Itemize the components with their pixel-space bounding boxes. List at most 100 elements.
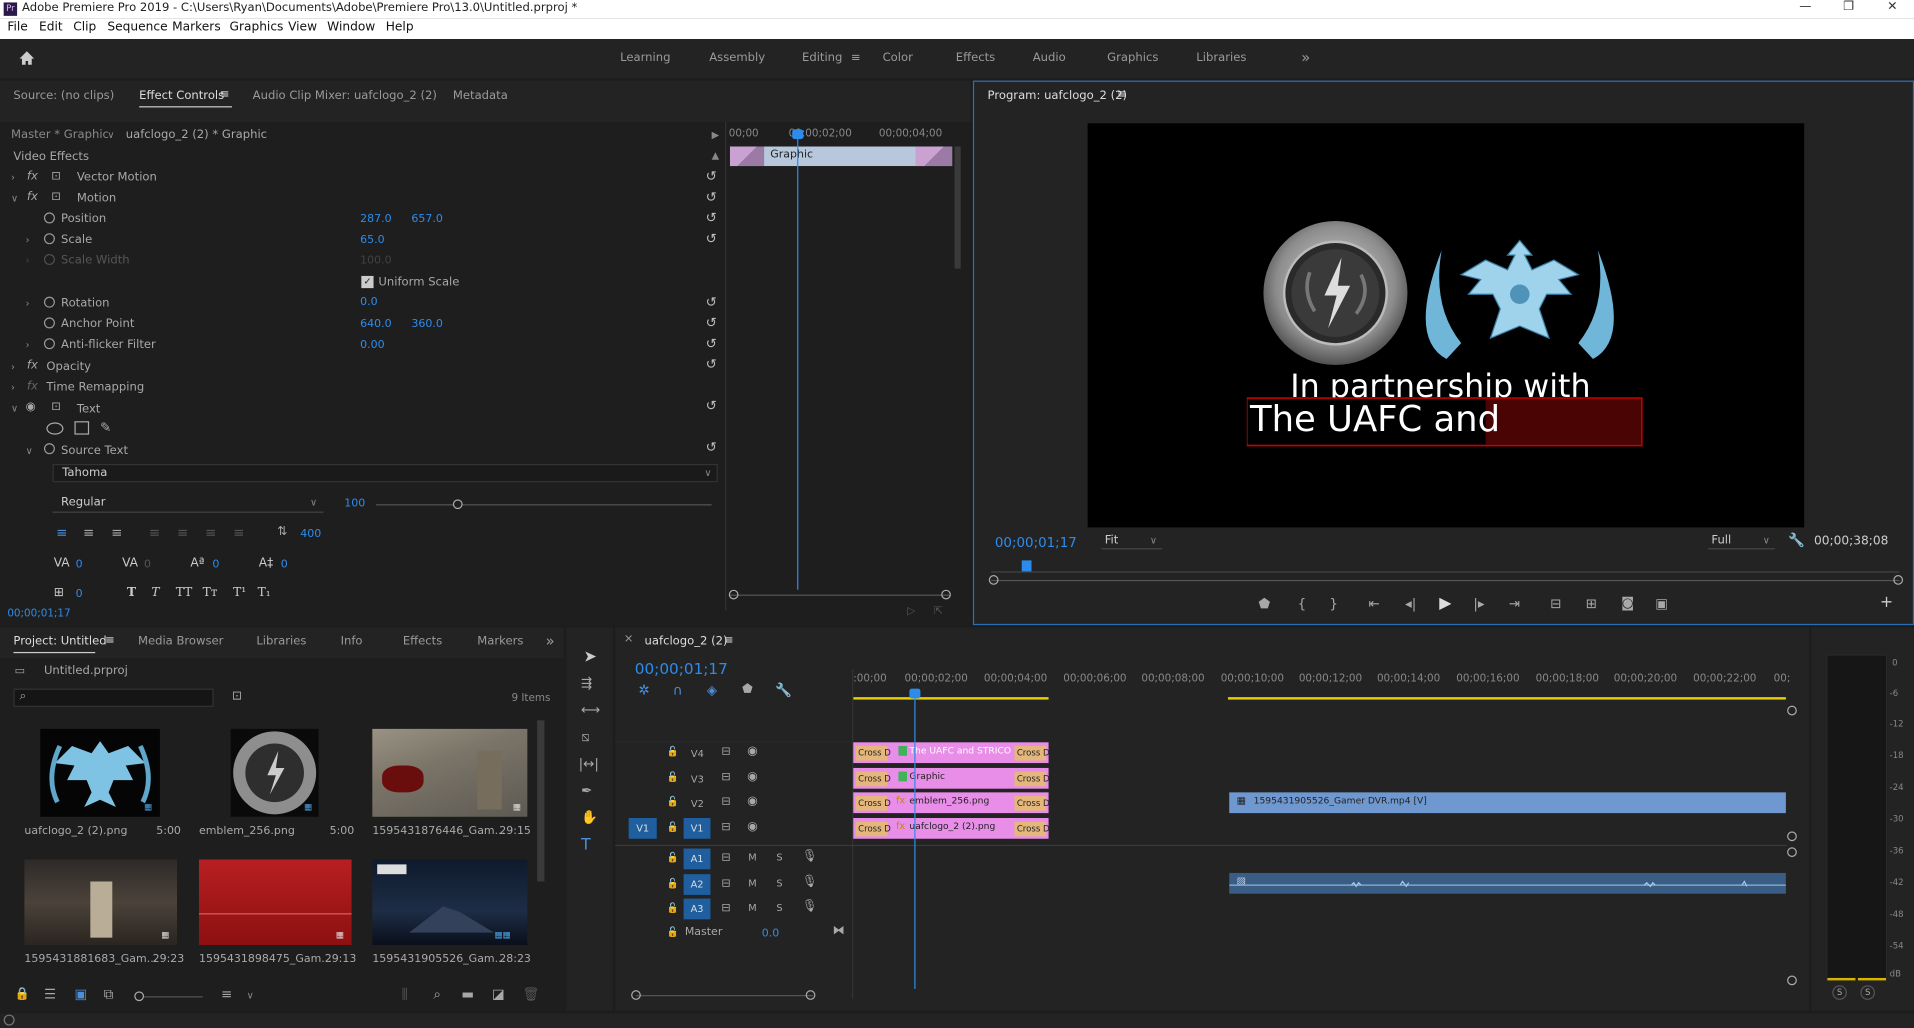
lock-track-icon[interactable]: 🔓 — [667, 772, 679, 783]
project-scrollbar[interactable] — [537, 720, 545, 882]
freeform-view-icon[interactable]: ⧉ — [104, 986, 114, 1003]
project-search-input[interactable]: ⌕ — [13, 688, 214, 707]
ripple-edit-tool-icon[interactable]: ⟷ — [581, 702, 600, 718]
add-marker-icon[interactable]: ⬟ — [742, 682, 753, 695]
all-caps-button[interactable]: TT — [176, 586, 193, 599]
zoom-slider-handle[interactable] — [134, 991, 145, 1002]
font-family-select[interactable]: Tahoma ∨ — [52, 463, 718, 483]
play-only-audio-icon[interactable]: ▶ — [712, 129, 720, 140]
justify-left-icon[interactable]: ≡ — [149, 525, 160, 541]
reset-icon[interactable]: ↺ — [706, 294, 717, 310]
play-icon[interactable]: ▶ — [1439, 595, 1451, 613]
ec-graphic-clip[interactable]: Graphic — [729, 146, 953, 167]
program-video-frame[interactable]: In partnership with The UAFC and — [1087, 123, 1805, 528]
justify-all-icon[interactable]: ≡ — [233, 525, 244, 541]
export-icon[interactable]: ⇱ — [934, 606, 943, 618]
sync-lock-icon[interactable]: ⊟ — [721, 746, 730, 758]
minimize-button[interactable]: — — [1799, 0, 1811, 13]
camera-icon[interactable]: ◙ — [1621, 595, 1634, 611]
eye-icon[interactable]: ◉ — [747, 820, 758, 833]
timeline-clip-video[interactable]: ▦ 1595431905526_Gamer DVR.mp4 [V] — [1229, 792, 1786, 814]
pen-mask-icon[interactable]: ✎ — [100, 420, 111, 436]
menu-sequence[interactable]: Sequence — [107, 21, 167, 34]
mark-in-icon[interactable]: { — [1298, 596, 1307, 612]
more-panels-button[interactable]: » — [546, 632, 555, 649]
workspace-color[interactable]: Color — [883, 51, 913, 64]
tab-menu-icon[interactable]: ≡ — [220, 88, 230, 101]
reset-icon[interactable]: ↺ — [706, 336, 717, 352]
step-forward-icon[interactable]: |▸ — [1473, 596, 1484, 612]
superscript-button[interactable]: T¹ — [233, 586, 246, 599]
reset-icon[interactable]: ↺ — [706, 168, 717, 184]
ec-playhead[interactable] — [797, 133, 799, 590]
timeline-zoom-bar[interactable] — [635, 995, 813, 997]
font-size-slider[interactable] — [375, 504, 712, 506]
menu-help[interactable]: Help — [386, 21, 414, 34]
reset-icon[interactable]: ↺ — [706, 398, 717, 414]
video-scroll-handle-bottom[interactable] — [1787, 831, 1797, 842]
chevron-down-icon[interactable]: ∨ — [107, 129, 114, 140]
solo-right-button[interactable]: S — [1860, 985, 1875, 1000]
position-x-value[interactable]: 287.0 — [360, 214, 391, 226]
font-size-value[interactable]: 100 — [344, 498, 365, 510]
solo-button[interactable]: S — [776, 902, 782, 913]
menu-file[interactable]: File — [7, 21, 27, 34]
ec-zoom-handle-right[interactable] — [941, 589, 951, 600]
ellipse-mask-icon[interactable] — [46, 422, 64, 435]
timeline-clip-v3[interactable]: Cross D Graphic Cross D — [853, 767, 1049, 789]
linked-selection-icon[interactable]: ◈ — [707, 682, 717, 698]
snap-icon[interactable]: ∩ — [673, 682, 683, 698]
lock-track-icon[interactable]: 🔓 — [667, 927, 679, 938]
menu-graphics[interactable]: Graphics — [229, 21, 283, 34]
selection-tool-icon[interactable]: ➤ — [583, 648, 596, 666]
rotation-value[interactable]: 0.0 — [360, 297, 377, 309]
sync-lock-icon[interactable]: ⊟ — [721, 852, 730, 864]
rectangle-mask-icon[interactable] — [74, 421, 90, 435]
reset-icon[interactable]: ↺ — [706, 189, 717, 205]
master-volume-value[interactable]: 0.0 — [762, 928, 779, 940]
work-area-bar[interactable] — [1228, 697, 1786, 700]
new-bin-icon[interactable]: ▬ — [461, 986, 474, 1002]
timeline-clip-v1[interactable]: Cross D fx uafclogo_2 (2).png Cross D — [853, 818, 1049, 839]
tab-info[interactable]: Info — [341, 635, 363, 648]
lock-track-icon[interactable]: 🔓 — [667, 822, 679, 833]
eye-icon[interactable]: ◉ — [26, 400, 36, 413]
sort-icon[interactable]: ≡ — [221, 986, 232, 1002]
workspace-learning[interactable]: Learning — [620, 51, 670, 64]
lock-track-icon[interactable]: 🔓 — [667, 902, 679, 913]
slip-tool-icon[interactable]: |↔| — [579, 756, 599, 772]
more-workspaces-button[interactable]: » — [1301, 49, 1310, 66]
sync-lock-icon[interactable]: ⊟ — [721, 772, 730, 784]
workspace-effects[interactable]: Effects — [956, 51, 995, 64]
scale-value[interactable]: 65.0 — [360, 234, 384, 246]
automate-to-sequence-icon[interactable]: ⫼ — [402, 986, 408, 1003]
timeline-clip-v4[interactable]: Cross D The UAFC and STRICO Cross D — [853, 742, 1049, 764]
tab-menu-icon[interactable]: ≡ — [105, 634, 115, 647]
justify-center-icon[interactable]: ≡ — [177, 525, 188, 541]
reset-icon[interactable]: ↺ — [706, 231, 717, 247]
video-scroll-handle-top[interactable] — [1787, 705, 1797, 716]
go-to-out-icon[interactable]: ⇥ — [1509, 596, 1520, 612]
go-to-in-icon[interactable]: ⇤ — [1368, 596, 1379, 612]
lock-track-icon[interactable]: 🔓 — [667, 796, 679, 807]
trash-icon[interactable]: 🗑 — [522, 986, 539, 1002]
tab-sequence[interactable]: uafclogo_2 (2) — [645, 635, 728, 648]
wrench-icon[interactable]: 🔧 — [1788, 532, 1805, 548]
solo-button[interactable]: S — [776, 878, 782, 889]
track-target-v1[interactable]: V1 — [683, 818, 711, 839]
ec-zoom-scrollbar[interactable] — [729, 594, 950, 596]
sync-lock-icon[interactable]: ⊟ — [721, 822, 730, 834]
position-y-value[interactable]: 657.0 — [411, 214, 442, 226]
workspace-menu-icon[interactable]: ≡ — [851, 51, 861, 64]
timeline-settings-icon[interactable]: 🔧 — [775, 682, 792, 698]
timeline-clip-v2[interactable]: Cross D fx emblem_256.png Cross D — [853, 792, 1049, 814]
source-patch-v1[interactable]: V1 — [628, 818, 657, 839]
font-style-select[interactable]: Regular ∨ — [52, 494, 324, 513]
microphone-icon[interactable]: 🎙 — [802, 875, 818, 888]
tab-project[interactable]: Project: Untitled — [13, 635, 106, 648]
tab-menu-icon[interactable]: ≡ — [724, 634, 734, 647]
ec-zoom-handle-left[interactable] — [728, 589, 739, 600]
step-back-icon[interactable]: ◂| — [1405, 596, 1416, 612]
timeline-zoom-handle-left[interactable] — [631, 990, 641, 1000]
timeline-timecode[interactable]: 00;00;01;17 — [635, 659, 728, 677]
